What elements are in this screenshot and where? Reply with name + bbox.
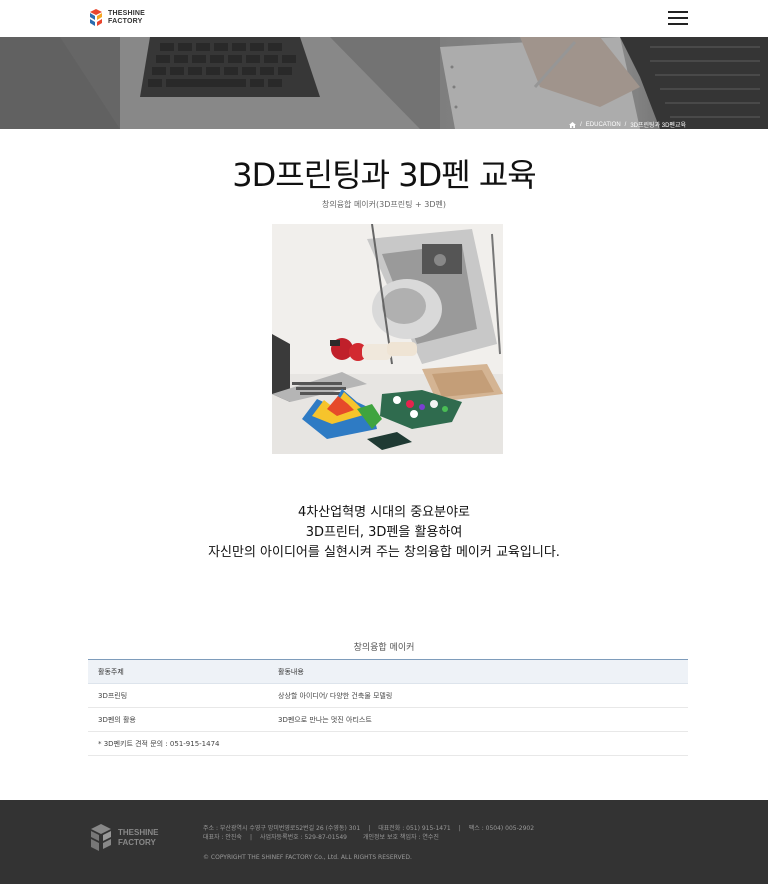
footer-copyright: © COPYRIGHT THE SHINEF FACTORY Co., Ltd.…	[203, 854, 412, 861]
footer-company-info: 주소 : 부산광역시 수영구 망미번영로52번길 26 (수영동) 301 | 대표…	[203, 825, 535, 841]
breadcrumb: / EDUCATION / 3D프린팅과 3D펜교육	[569, 120, 686, 129]
intro-line-3: 자신만의 아이디어를 실현시켜 주는 창의융합 메이커 교육입니다.	[208, 545, 560, 560]
footer-ceo: 대표자 : 안진숙	[203, 834, 242, 841]
logo-icon	[90, 9, 102, 26]
table-header-content: 활동내용	[268, 659, 688, 684]
logo-line1: THESHINE	[108, 10, 145, 17]
banner-overlay	[0, 37, 768, 129]
site-logo[interactable]: THESHINE FACTORY	[88, 9, 145, 27]
table-cell-content: 3D펜으로 만나는 멋진 아티스트	[268, 707, 688, 732]
intro-text: 4차산업혁명 시대의 중요분야로 3D프린터, 3D펜을 활용하여 자신만의 아…	[0, 503, 768, 563]
footer-biz-no: 사업자등록번호 : 529-87-01549	[260, 834, 347, 841]
table-cell-content: 상상할 아이디어/ 다양한 건축물 모델링	[268, 683, 688, 708]
footer-logo[interactable]: THESHINE FACTORY	[88, 824, 158, 852]
table-header-row: 활동주제 활동내용	[88, 659, 688, 684]
site-header: THESHINE FACTORY	[0, 0, 768, 37]
logo-line2: FACTORY	[108, 18, 143, 25]
intro-line-2: 3D프린터, 3D펜을 활용하여	[305, 525, 463, 540]
hamburger-menu-icon[interactable]	[668, 11, 688, 25]
breadcrumb-item-current[interactable]: 3D프린팅과 3D펜교육	[630, 120, 686, 129]
breadcrumb-item-education[interactable]: EDUCATION	[586, 122, 621, 128]
table-note-row: * 3D펜키트 견적 문의 : 051-915-1474	[88, 731, 688, 756]
footer-phone: 대표전화 : 051) 915-1471	[378, 825, 451, 832]
hero-banner: / EDUCATION / 3D프린팅과 3D펜교육	[0, 37, 768, 129]
table-cell-topic: 3D프린팅	[88, 683, 268, 708]
footer-privacy: 개인정보 보호 책임자 : 연수진	[362, 834, 439, 841]
activity-table: 활동주제 활동내용 3D프린팅 상상할 아이디어/ 다양한 건축물 모델링 3D…	[88, 659, 688, 756]
page-subtitle: 창의융합 메이커(3D프린팅 + 3D펜)	[321, 200, 447, 209]
main-image-3d-printer	[272, 224, 503, 454]
footer-logo-line1: THESHINE	[118, 828, 159, 837]
table-cell-topic: 3D펜의 활용	[88, 707, 268, 732]
table-row: 3D프린팅 상상할 아이디어/ 다양한 건축물 모델링	[88, 683, 688, 708]
table-caption: 창의융합 메이커	[353, 643, 415, 653]
footer-fax: 팩스 : 0504) 005-2902	[468, 825, 535, 832]
table-row: 3D펜의 활용 3D펜으로 만나는 멋진 아티스트	[88, 707, 688, 732]
logo-text: THESHINE FACTORY	[108, 10, 145, 26]
home-icon[interactable]	[569, 121, 577, 128]
page-title: 3D프린팅과 3D펜 교육	[232, 156, 536, 194]
footer-logo-line2: FACTORY	[118, 838, 156, 847]
table-header-topic: 활동주제	[88, 659, 268, 684]
footer-logo-icon	[91, 824, 111, 851]
footer-address: 주소 : 부산광역시 수영구 망미번영로52번길 26 (수영동) 301	[203, 825, 361, 832]
table-note: * 3D펜키트 견적 문의 : 051-915-1474	[88, 731, 688, 756]
site-footer: THESHINE FACTORY 주소 : 부산광역시 수영구 망미번영로52번…	[0, 800, 768, 884]
footer-logo-text: THESHINE FACTORY	[118, 828, 158, 848]
intro-line-1: 4차산업혁명 시대의 중요분야로	[297, 505, 471, 520]
